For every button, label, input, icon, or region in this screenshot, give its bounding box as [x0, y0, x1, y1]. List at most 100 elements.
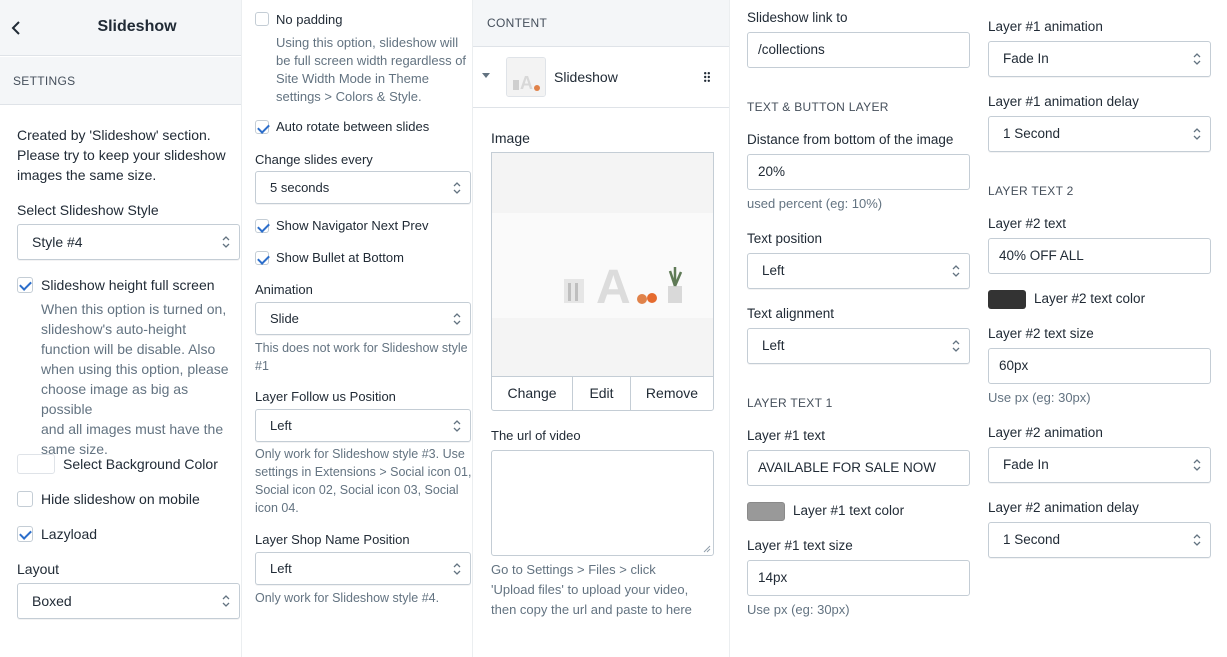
distance-help: used percent (eg: 10%): [747, 196, 883, 211]
slideshow-block-row[interactable]: A Slideshow: [473, 47, 729, 108]
layer1-color-label: Layer #1 text color: [793, 503, 905, 518]
auto-rotate-checkbox[interactable]: [255, 120, 269, 134]
shop-name-position-select[interactable]: Left: [255, 552, 471, 585]
layout-label: Layout: [17, 561, 60, 577]
layer2-delay-select[interactable]: 1 Second: [988, 522, 1211, 558]
change-slides-select[interactable]: 5 seconds: [255, 171, 471, 204]
select-arrows-icon: [453, 313, 461, 325]
animation-help: This does not work for Slideshow style #…: [255, 339, 473, 375]
no-padding-label: No padding: [276, 12, 343, 27]
slideshow-link-input[interactable]: /collections: [747, 32, 970, 68]
distance-input[interactable]: 20%: [747, 154, 970, 190]
layer1-color-swatch[interactable]: [747, 502, 785, 521]
select-arrows-icon: [222, 236, 230, 248]
help-line: Site Width Mode in Theme: [276, 71, 429, 86]
panel-header: Slideshow: [0, 0, 241, 56]
shop-name-position-value: Left: [270, 561, 292, 576]
caret-down-icon[interactable]: [481, 73, 491, 79]
follow-position-help: Only work for Slideshow style #3. Use se…: [255, 445, 473, 517]
select-arrows-icon: [1193, 53, 1201, 65]
no-padding-checkbox[interactable]: [255, 12, 269, 26]
layer2-color-swatch[interactable]: [988, 290, 1026, 309]
settings-label: SETTINGS: [13, 74, 76, 88]
follow-position-select[interactable]: Left: [255, 409, 471, 442]
help-line: Only work for Slideshow style #3. Use: [255, 447, 465, 461]
follow-position-value: Left: [270, 418, 292, 433]
page-title: Slideshow: [97, 18, 177, 35]
layer1-size-input[interactable]: 14px: [747, 560, 970, 596]
content-section-header: CONTENT: [473, 0, 729, 47]
navigator-label: Show Navigator Next Prev: [276, 218, 429, 233]
layer1-size-label: Layer #1 text size: [747, 538, 853, 553]
help-line: settings in Extensions > Social icon 01,: [255, 465, 472, 479]
select-arrows-icon: [1193, 534, 1201, 546]
block-name: Slideshow: [554, 69, 618, 85]
text-alignment-value: Left: [762, 338, 785, 353]
animation-label: Animation: [255, 282, 313, 297]
bullet-checkbox[interactable]: [255, 251, 269, 265]
layout-select[interactable]: Boxed: [17, 583, 240, 619]
text-position-select[interactable]: Left: [747, 253, 970, 289]
help-line: #1: [255, 359, 269, 373]
background-color-label: Select Background Color: [63, 456, 218, 472]
layer1-animation-select[interactable]: Fade In: [988, 41, 1211, 77]
text-button-layer-heading: TEXT & BUTTON LAYER: [747, 100, 889, 114]
shop-name-position-label: Layer Shop Name Position: [255, 532, 410, 547]
help-line: Using this option, slideshow will: [276, 35, 459, 50]
layer1-delay-label: Layer #1 animation delay: [988, 94, 1139, 109]
select-arrows-icon: [952, 340, 960, 352]
hide-mobile-checkbox[interactable]: [17, 491, 33, 507]
layer2-delay-label: Layer #2 animation delay: [988, 500, 1139, 515]
style-select-value: Style #4: [32, 234, 83, 250]
select-arrows-icon: [1193, 128, 1201, 140]
image-thumbnail-icon: A: [507, 58, 545, 96]
layer2-size-input[interactable]: 60px: [988, 348, 1211, 384]
style-label: Select Slideshow Style: [17, 202, 159, 218]
text-position-label: Text position: [747, 231, 823, 246]
no-padding-help: Using this option, slideshow will be ful…: [276, 34, 471, 106]
style-select[interactable]: Style #4: [17, 224, 240, 260]
video-url-help: Go to Settings > Files > click 'Upload f…: [491, 560, 721, 620]
animation-select[interactable]: Slide: [255, 302, 471, 335]
background-color-swatch[interactable]: [17, 454, 55, 474]
layer1-delay-value: 1 Second: [1003, 126, 1061, 141]
layer-text-2-heading: LAYER TEXT 2: [988, 184, 1074, 198]
navigator-checkbox[interactable]: [255, 219, 269, 233]
layer1-text-input[interactable]: AVAILABLE FOR SALE NOW: [747, 450, 970, 486]
divider: [241, 0, 242, 657]
layer2-animation-value: Fade In: [1003, 457, 1049, 472]
layer2-text-input[interactable]: 40% OFF ALL: [988, 238, 1211, 274]
resize-handle-icon[interactable]: [703, 545, 711, 553]
remove-image-button[interactable]: Remove: [631, 377, 713, 410]
help-line: Go to Settings > Files > click: [491, 562, 656, 577]
content-label: CONTENT: [487, 16, 548, 30]
layer2-animation-select[interactable]: Fade In: [988, 447, 1211, 483]
layer1-size-help: Use px (eg: 30px): [747, 602, 850, 617]
auto-rotate-label: Auto rotate between slides: [276, 119, 430, 134]
divider: [729, 0, 730, 657]
text-alignment-select[interactable]: Left: [747, 328, 970, 364]
lazyload-checkbox[interactable]: [17, 526, 33, 542]
select-arrows-icon: [453, 182, 461, 194]
drag-handle-icon[interactable]: [704, 72, 710, 82]
video-url-textarea[interactable]: [491, 450, 714, 556]
lazyload-label: Lazyload: [41, 526, 98, 542]
section-intro: Created by 'Slideshow' section. Please t…: [17, 125, 237, 185]
distance-label: Distance from bottom of the image: [747, 132, 954, 147]
help-line: be full screen width regardless of: [276, 53, 467, 68]
select-arrows-icon: [1193, 459, 1201, 471]
layer1-text-label: Layer #1 text: [747, 428, 826, 443]
bullet-label: Show Bullet at Bottom: [276, 250, 404, 265]
height-fullscreen-label: Slideshow height full screen: [41, 277, 215, 293]
height-fullscreen-help: When this option is turned on, slideshow…: [41, 299, 241, 459]
layer1-delay-select[interactable]: 1 Second: [988, 116, 1211, 152]
shop-name-position-help: Only work for Slideshow style #4.: [255, 591, 440, 605]
follow-position-label: Layer Follow us Position: [255, 389, 396, 404]
height-fullscreen-checkbox[interactable]: [17, 277, 33, 293]
edit-image-button[interactable]: Edit: [573, 377, 631, 410]
change-image-button[interactable]: Change: [492, 377, 573, 410]
layer2-size-label: Layer #2 text size: [988, 326, 1094, 341]
help-line: 'Upload files' to upload your video,: [491, 582, 689, 597]
help-line: choose image as big as possible: [41, 381, 189, 417]
svg-text:A: A: [596, 261, 631, 314]
